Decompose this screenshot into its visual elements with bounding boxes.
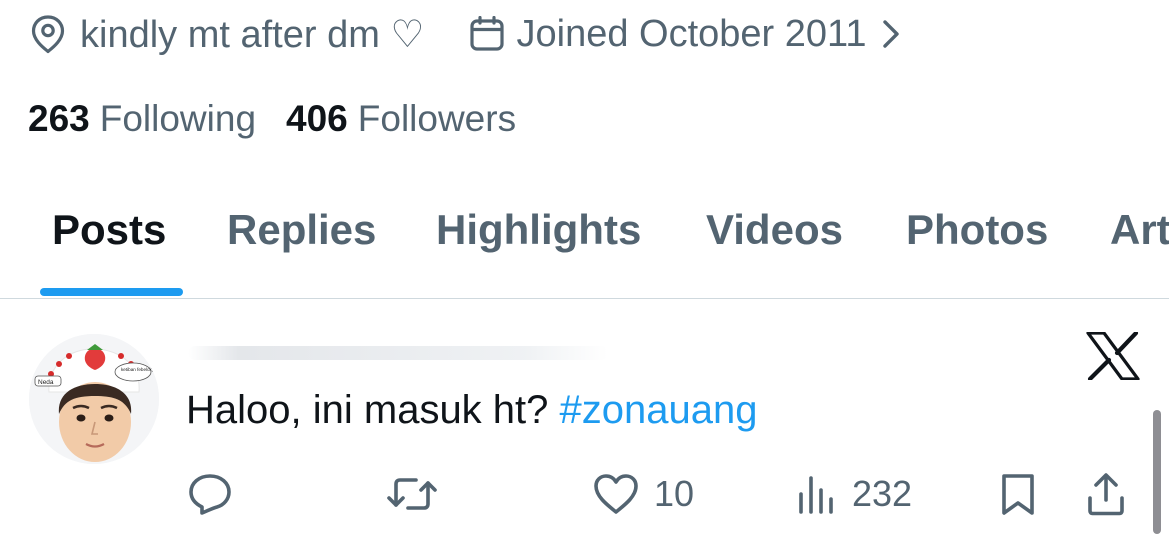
post-text: Haloo, ini masuk ht? #zonauang xyxy=(186,388,757,433)
tab-photos[interactable]: Photos xyxy=(906,206,1048,254)
following-label: Following xyxy=(99,98,257,139)
reply-button[interactable] xyxy=(186,466,234,522)
avatar-image: Neda ketiban febelcky xyxy=(29,334,159,464)
views-count: 232 xyxy=(852,473,913,514)
following-count: 263 xyxy=(28,98,90,139)
tab-replies[interactable]: Replies xyxy=(227,206,376,254)
views-icon xyxy=(799,476,833,514)
tab-posts[interactable]: Posts xyxy=(52,206,166,254)
bookmark-icon xyxy=(1002,474,1034,515)
post-hashtag[interactable]: #zonauang xyxy=(560,388,758,432)
profile-tabs: Posts Replies Highlights Videos Photos A… xyxy=(0,196,1169,299)
calendar-icon xyxy=(469,16,504,51)
post-body: Haloo, ini masuk ht? xyxy=(186,388,560,432)
tab-highlights[interactable]: Highlights xyxy=(436,206,641,254)
followers-link[interactable]: 406 Followers xyxy=(286,98,516,140)
profile-joined[interactable]: Joined October 2011 xyxy=(469,13,901,56)
following-link[interactable]: 263 Following xyxy=(28,98,256,140)
share-icon xyxy=(1088,473,1124,516)
follow-counts: 263 Following 406 Followers xyxy=(28,94,516,144)
like-button[interactable]: 10 xyxy=(592,466,694,522)
views-button[interactable]: 232 xyxy=(796,466,912,522)
avatar-caption-right: ketiban febelcky xyxy=(121,367,155,372)
like-count: 10 xyxy=(654,473,695,514)
reply-icon xyxy=(189,474,231,515)
followers-count: 406 xyxy=(286,98,348,139)
heart-icon xyxy=(594,474,638,514)
author-name-redacted xyxy=(188,346,608,360)
x-logo-icon[interactable] xyxy=(1086,332,1140,380)
avatar[interactable]: Neda ketiban febelcky xyxy=(29,334,159,464)
tab-articles[interactable]: Articles xyxy=(1110,206,1169,254)
active-tab-indicator xyxy=(40,288,183,296)
profile-meta-row: kindly mt after dm ♡ Joined October 2011 xyxy=(30,8,900,60)
repost-button[interactable] xyxy=(386,466,438,522)
chevron-right-icon xyxy=(883,20,900,48)
bookmark-button[interactable] xyxy=(998,466,1038,522)
post-actions: 10 232 xyxy=(0,466,1169,522)
profile-location: kindly mt after dm ♡ xyxy=(30,12,425,57)
scrollbar[interactable] xyxy=(1153,410,1161,534)
repost-icon xyxy=(387,478,437,510)
followers-label: Followers xyxy=(357,98,517,139)
tab-videos[interactable]: Videos xyxy=(706,206,843,254)
location-pin-icon xyxy=(31,15,65,54)
location-text: kindly mt after dm ♡ xyxy=(80,13,425,56)
share-button[interactable] xyxy=(1086,466,1126,522)
joined-text: Joined October 2011 xyxy=(516,12,867,55)
avatar-caption-left: Neda xyxy=(38,379,54,386)
